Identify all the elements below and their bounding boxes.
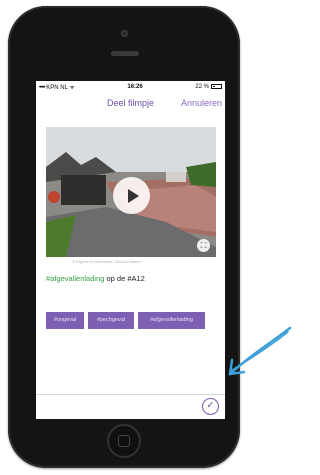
page-title: Deel filmpje (107, 98, 155, 108)
battery-group: 22 % (195, 84, 222, 90)
front-camera (121, 30, 128, 37)
tag-pechgeval[interactable]: #pechgeval (88, 312, 134, 329)
carrier-label: KPN NL (46, 84, 68, 91)
checkmark-icon[interactable]: ✓ (202, 398, 219, 415)
wifi-icon: ᯤ (69, 84, 75, 91)
earpiece-speaker (111, 51, 139, 56)
carrier-group: ••••• KPN NL ᯤ (39, 83, 75, 91)
status-time: 16:26 (127, 83, 143, 90)
location-label: ⚲ Ergens in Nederland, Noord-Holland (72, 259, 141, 264)
caption-text[interactable]: #afgevallenlading op de #A12 (46, 274, 145, 283)
play-icon (127, 188, 139, 203)
home-button[interactable] (107, 424, 141, 458)
bottom-toolbar: ✓ (36, 394, 225, 419)
tag-ongeval[interactable]: #ongeval (46, 312, 84, 329)
battery-percent: 22 % (195, 83, 209, 90)
phone-frame: ••••• KPN NL ᯤ 16:26 22 % Deel filmpje A… (8, 6, 240, 468)
caption-rest: op de #A12 (104, 274, 145, 283)
suggested-tags: #ongeval #pechgeval #afgevallenlading (46, 312, 205, 329)
status-bar: ••••• KPN NL ᯤ 16:26 22 % (36, 81, 225, 92)
arrow-annotation (228, 326, 292, 376)
crop-icon[interactable]: ⛶ (197, 239, 210, 252)
video-preview[interactable]: ⛶ (46, 127, 216, 257)
play-button[interactable] (113, 177, 150, 214)
battery-icon (211, 84, 222, 89)
signal-icon: ••••• (39, 84, 45, 91)
cancel-button[interactable]: Annuleren (181, 98, 222, 108)
home-button-icon (118, 435, 130, 447)
tag-afgevallenlading[interactable]: #afgevallenlading (138, 312, 205, 329)
app-screen: ••••• KPN NL ᯤ 16:26 22 % Deel filmpje A… (36, 81, 225, 419)
caption-hashtag: #afgevallenlading (46, 274, 105, 283)
location-text: Ergens in Nederland, Noord-Holland (76, 259, 141, 264)
navigation-bar: Deel filmpje Annuleren (36, 92, 225, 114)
